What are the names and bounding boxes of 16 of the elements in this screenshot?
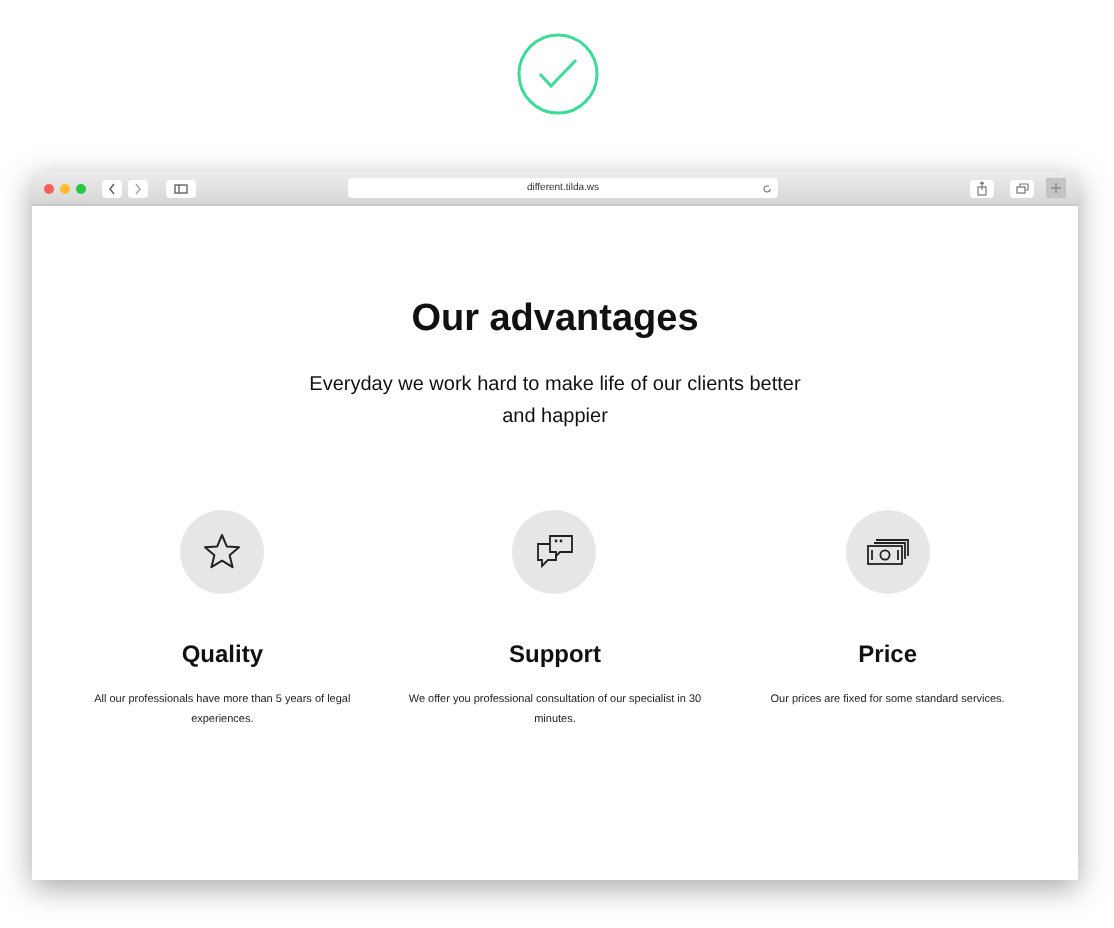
reload-icon[interactable]: [762, 183, 772, 193]
star-icon: [202, 532, 243, 572]
section-heading: Our advantages: [411, 298, 699, 342]
forward-icon[interactable]: [128, 179, 148, 197]
share-icon[interactable]: [970, 179, 994, 197]
checkmark-icon: [515, 32, 599, 116]
sidebar-icon[interactable]: [166, 179, 196, 197]
feature-title: Support: [508, 640, 601, 668]
feature-title: Quality: [181, 640, 263, 668]
section-subtitle: Everyday we work hard to make life of our clients better and happier: [307, 372, 803, 432]
back-icon[interactable]: [102, 179, 122, 197]
feature-title: Price: [858, 640, 917, 668]
chat-bubbles-icon: [534, 532, 575, 572]
plus-icon[interactable]: [1046, 178, 1066, 198]
banknotes-icon: [865, 534, 910, 570]
tabs-icon[interactable]: [1010, 179, 1034, 197]
